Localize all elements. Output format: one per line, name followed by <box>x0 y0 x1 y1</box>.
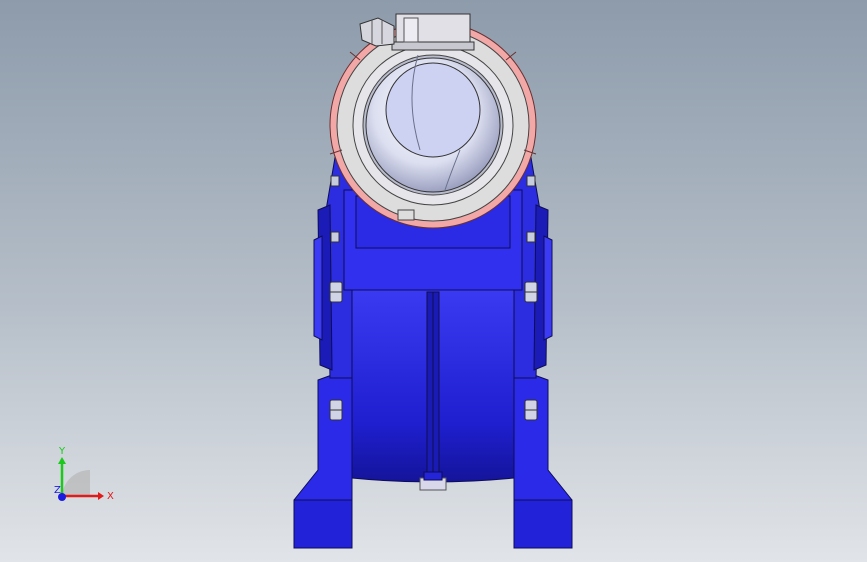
bolt-left-upper <box>329 281 343 303</box>
bolt-right-lower <box>524 399 538 421</box>
left-support-leg[interactable] <box>293 371 353 549</box>
coordinate-triad: X Y Z <box>54 446 114 502</box>
bolt-left-lower <box>329 399 343 421</box>
top-fitting[interactable] <box>359 13 475 51</box>
z-axis-label: Z <box>54 485 61 496</box>
right-support-leg[interactable] <box>513 371 573 549</box>
y-axis-arrowhead <box>58 457 66 464</box>
x-axis-arrowhead <box>98 492 104 500</box>
triad-arc <box>62 469 90 496</box>
x-axis-label: X <box>107 491 114 502</box>
bearing-ring[interactable] <box>329 21 537 229</box>
bolt-right-upper <box>524 281 538 303</box>
y-axis-label: Y <box>58 446 66 457</box>
model-view[interactable] <box>0 0 867 562</box>
drum-wheel[interactable] <box>351 289 515 491</box>
graphics-viewport[interactable]: X Y Z <box>0 0 867 562</box>
